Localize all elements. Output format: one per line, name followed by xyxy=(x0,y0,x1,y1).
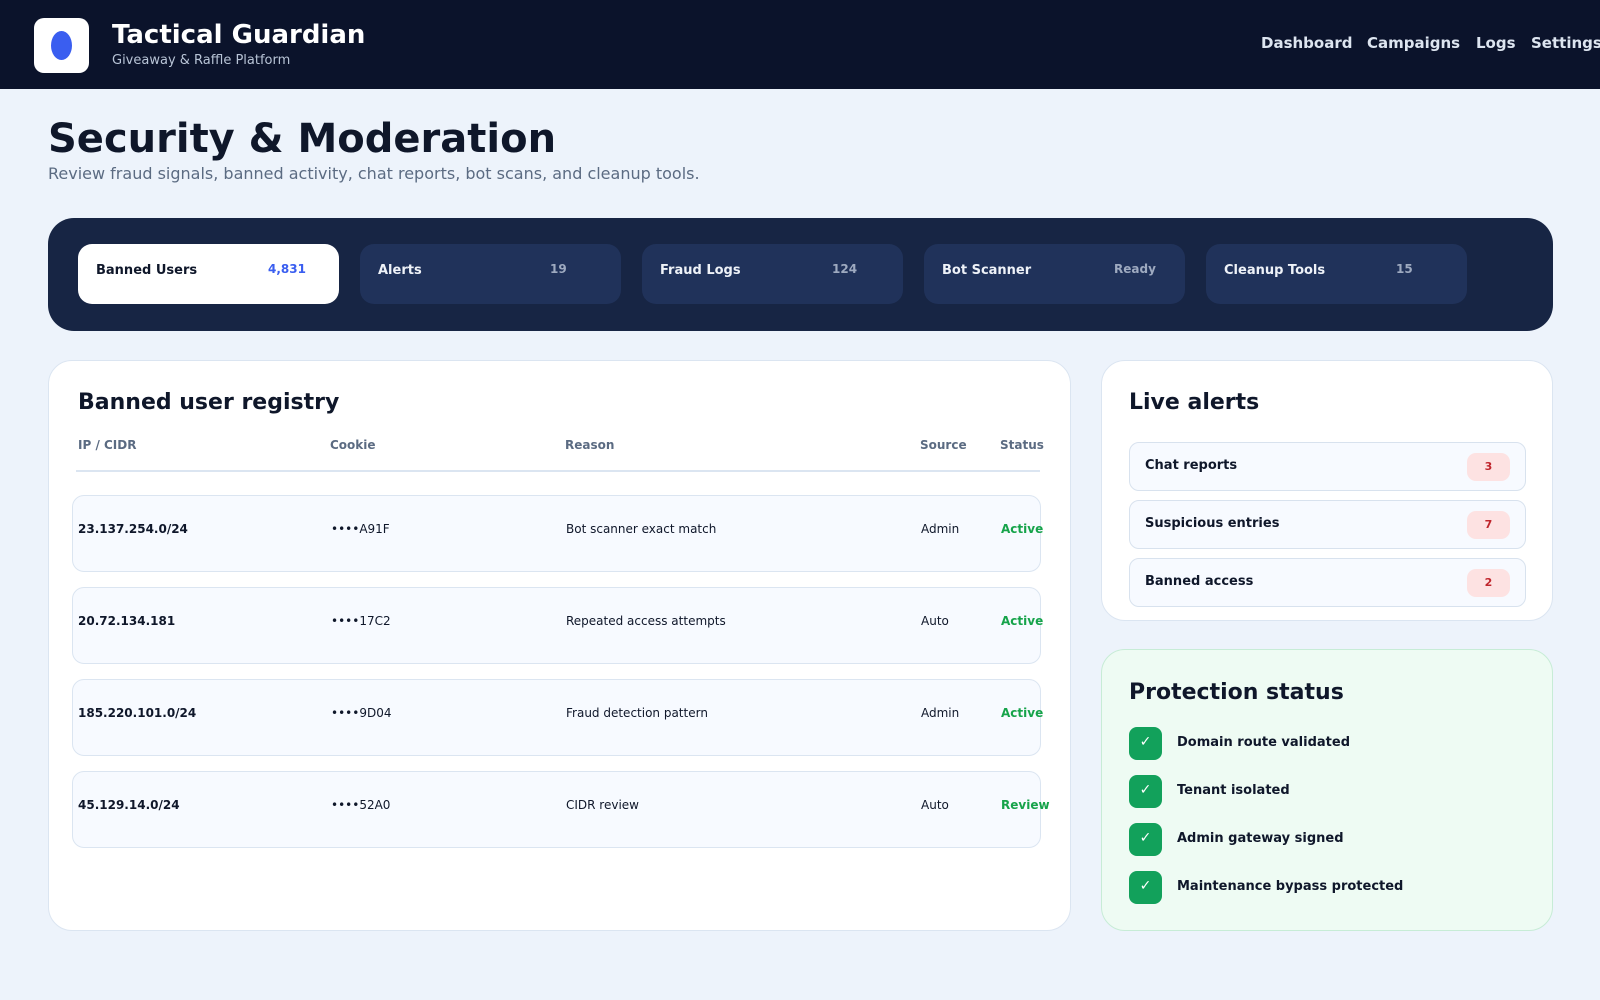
alert-item-suspicious-entries[interactable]: Suspicious entries 7 xyxy=(1129,500,1526,549)
cell-reason: Repeated access attempts xyxy=(566,614,726,628)
section-tabs: Banned Users 4,831 Alerts 19 Fraud Logs … xyxy=(48,218,1553,331)
tab-label: Alerts xyxy=(378,263,422,278)
cell-ip: 20.72.134.181 xyxy=(78,614,176,628)
cell-cookie: ••••52A0 xyxy=(331,798,391,812)
check-icon: ✓ xyxy=(1129,775,1162,808)
cell-source: Auto xyxy=(921,798,949,812)
status-badge: Review xyxy=(1001,798,1050,812)
cell-reason: Fraud detection pattern xyxy=(566,706,708,720)
cell-cookie: ••••17C2 xyxy=(331,614,391,628)
column-header-cookie[interactable]: Cookie xyxy=(330,438,376,452)
tab-cleanup-tools[interactable]: Cleanup Tools 15 xyxy=(1206,244,1467,304)
cell-ip: 23.137.254.0/24 xyxy=(78,522,188,536)
table-row[interactable]: 20.72.134.181 ••••17C2 Repeated access a… xyxy=(72,587,1044,664)
alert-count-badge: 2 xyxy=(1467,569,1510,597)
cell-cookie: ••••9D04 xyxy=(331,706,392,720)
cell-ip: 185.220.101.0/24 xyxy=(78,706,197,720)
nav-dashboard[interactable]: Dashboard xyxy=(1261,34,1352,52)
logo[interactable] xyxy=(34,18,89,73)
check-icon: ✓ xyxy=(1129,727,1162,760)
cell-reason: CIDR review xyxy=(566,798,639,812)
logo-mark-icon xyxy=(51,31,72,60)
tab-bot-scanner[interactable]: Bot Scanner Ready xyxy=(924,244,1185,304)
column-header-status[interactable]: Status xyxy=(1000,438,1044,452)
tab-fraud-logs[interactable]: Fraud Logs 124 xyxy=(642,244,903,304)
alert-label: Banned access xyxy=(1145,574,1254,589)
tab-alerts[interactable]: Alerts 19 xyxy=(360,244,621,304)
brand-subtitle: Giveaway & Raffle Platform xyxy=(112,53,291,68)
tab-count: 4,831 xyxy=(268,262,306,276)
check-icon: ✓ xyxy=(1129,823,1162,856)
cell-cookie: ••••A91F xyxy=(331,522,390,536)
table-row[interactable]: 23.137.254.0/24 ••••A91F Bot scanner exa… xyxy=(72,495,1044,572)
live-alerts-title: Live alerts xyxy=(1129,390,1260,415)
protection-item: Tenant isolated xyxy=(1177,783,1290,798)
status-badge: Active xyxy=(1001,706,1044,720)
page-subtitle: Review fraud signals, banned activity, c… xyxy=(48,164,700,183)
table-row[interactable]: 185.220.101.0/24 ••••9D04 Fraud detectio… xyxy=(72,679,1044,756)
nav-campaigns[interactable]: Campaigns xyxy=(1367,34,1460,52)
protection-item: Maintenance bypass protected xyxy=(1177,879,1404,894)
tab-label: Fraud Logs xyxy=(660,263,741,278)
cell-ip: 45.129.14.0/24 xyxy=(78,798,180,812)
status-badge: Active xyxy=(1001,522,1044,536)
nav-logs[interactable]: Logs xyxy=(1476,34,1516,52)
alert-label: Chat reports xyxy=(1145,458,1238,473)
column-header-source[interactable]: Source xyxy=(920,438,967,452)
table-row[interactable]: 45.129.14.0/24 ••••52A0 CIDR review Auto… xyxy=(72,771,1050,848)
registry-title: Banned user registry xyxy=(78,390,340,415)
brand-title: Tactical Guardian xyxy=(112,20,366,50)
alert-label: Suspicious entries xyxy=(1145,516,1280,531)
protection-item: Domain route validated xyxy=(1177,735,1351,750)
tab-label: Banned Users xyxy=(96,263,198,278)
header-divider xyxy=(76,470,1040,472)
top-bar: Tactical Guardian Giveaway & Raffle Plat… xyxy=(0,0,1600,89)
tab-label: Cleanup Tools xyxy=(1224,263,1326,278)
cell-source: Auto xyxy=(921,614,949,628)
tab-count: 19 xyxy=(550,262,567,276)
check-icon: ✓ xyxy=(1129,871,1162,904)
page-title: Security & Moderation xyxy=(48,116,557,162)
tab-count: Ready xyxy=(1114,262,1156,276)
column-header-ip[interactable]: IP / CIDR xyxy=(78,438,136,452)
cell-source: Admin xyxy=(921,522,960,536)
alert-item-chat-reports[interactable]: Chat reports 3 xyxy=(1129,442,1526,491)
status-badge: Active xyxy=(1001,614,1044,628)
nav-settings[interactable]: Settings xyxy=(1531,34,1600,52)
protection-item: Admin gateway signed xyxy=(1177,831,1344,846)
column-header-reason[interactable]: Reason xyxy=(565,438,614,452)
tab-count: 124 xyxy=(832,262,858,276)
tab-banned-users[interactable]: Banned Users 4,831 xyxy=(78,244,339,304)
alert-count-badge: 7 xyxy=(1467,511,1510,539)
alert-item-banned-access[interactable]: Banned access 2 xyxy=(1129,558,1526,607)
cell-source: Admin xyxy=(921,706,960,720)
tab-count: 15 xyxy=(1396,262,1413,276)
protection-status-title: Protection status xyxy=(1129,680,1344,705)
cell-reason: Bot scanner exact match xyxy=(566,522,717,536)
tab-label: Bot Scanner xyxy=(942,263,1032,278)
alert-count-badge: 3 xyxy=(1467,453,1510,481)
